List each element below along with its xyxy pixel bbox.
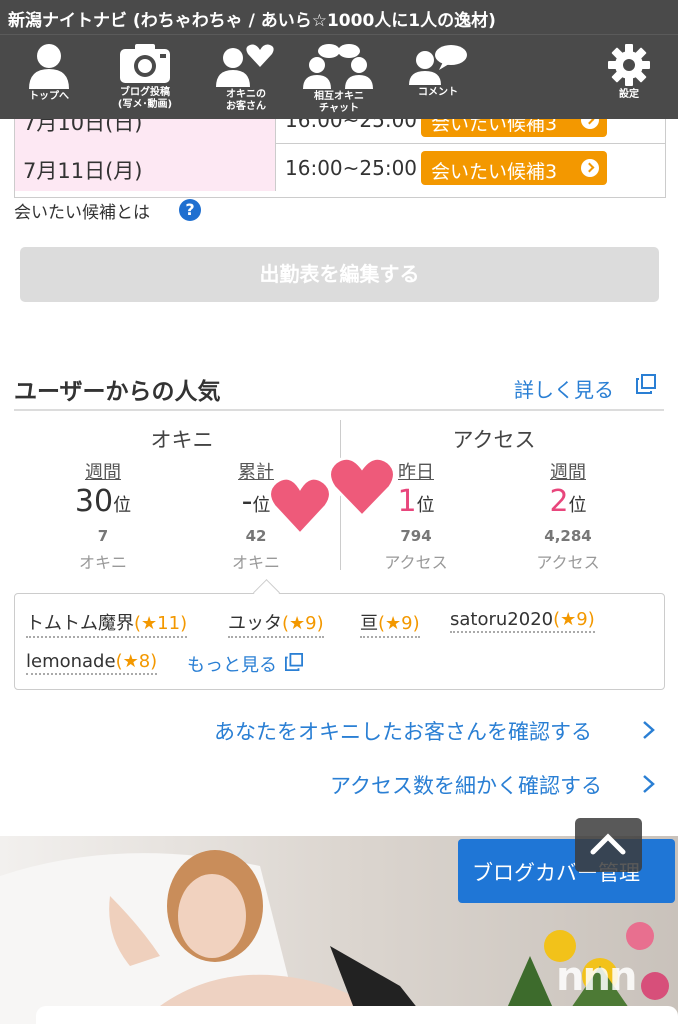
divider: [14, 409, 664, 411]
okini-weekly-rank: 30位: [43, 484, 163, 519]
heart-sticker-icon: [268, 476, 332, 536]
rank-value: 30: [74, 484, 114, 519]
fan-stars: (★8): [115, 651, 158, 672]
nav-mutual-chat-button[interactable]: 相互オキニ チャット: [296, 35, 382, 119]
schedule-time: 16:00~25:00: [285, 156, 418, 180]
page-title: 新潟ナイトナビ (わちゃわちゃ / あいら☆1000人に1人の逸材): [8, 11, 496, 31]
fans-more-link[interactable]: もっと見る: [187, 651, 277, 677]
fan-stars: (★9): [282, 613, 324, 634]
blog-cover-manage-button[interactable]: ブログカバー管理: [458, 839, 675, 903]
fan-item[interactable]: satoru2020(★9): [450, 609, 595, 633]
okini-weekly-count-label: オキニ: [78, 553, 127, 572]
rank-unit: 位: [113, 495, 132, 516]
chat-people-icon: [303, 44, 373, 89]
nav-okini-customers-button[interactable]: オキニの お客さん: [206, 35, 286, 119]
nav-settings-button[interactable]: 設定: [596, 35, 662, 119]
popularity-more-link[interactable]: 詳しく見る: [514, 374, 614, 403]
fan-item[interactable]: 亘(★9): [360, 609, 420, 638]
heart-sticker-icon: [328, 456, 396, 518]
check-okini-customers-link[interactable]: あなたをオキニしたお客さんを確認する: [214, 716, 592, 746]
fan-stars: (★9): [378, 613, 420, 634]
rank-value: 2: [549, 484, 569, 519]
nav-blog-post-label: ブログ投稿 (写メ･動画): [117, 87, 173, 110]
chevron-up-icon: [590, 833, 626, 855]
access-weekly-label[interactable]: 週間: [508, 458, 628, 484]
camera-icon: [120, 44, 170, 83]
fans-list: [14, 593, 665, 690]
popularity-title: ユーザーからの人気: [14, 379, 221, 405]
title-bar: 新潟ナイトナビ (わちゃわちゃ / あいら☆1000人に1人の逸材): [0, 0, 678, 34]
okini-header: オキニ: [150, 428, 214, 452]
fan-name: ユッタ: [228, 613, 282, 634]
fan-name: satoru2020: [450, 609, 554, 630]
fan-item[interactable]: ユッタ(★9): [228, 609, 324, 638]
access-yesterday-count-label: アクセス: [384, 553, 448, 572]
scroll-to-top-button[interactable]: [575, 818, 642, 872]
nav-mutual-chat-label: 相互オキニ チャット: [314, 91, 364, 114]
gear-icon: [608, 44, 650, 86]
schedule-row: 7月11日(月) 16:00~25:00 会いたい候補3: [15, 143, 665, 191]
rank-value: -: [241, 484, 253, 519]
okini-total-count-label: オキニ: [231, 553, 280, 572]
next-card: [36, 1006, 678, 1036]
heart-people-icon: [216, 44, 274, 87]
fan-stars: (★9): [553, 609, 595, 630]
nav-comment-label: コメント: [418, 87, 458, 98]
fan-item[interactable]: トムトム魔界(★11): [26, 609, 188, 638]
fan-stars: (★11): [134, 613, 188, 634]
want-to-meet-button[interactable]: 会いたい候補3: [421, 151, 607, 185]
access-weekly-rank: 2位: [508, 484, 628, 519]
rank-unit: 位: [568, 495, 587, 516]
chevron-right-icon: [643, 721, 655, 739]
external-window-icon[interactable]: [285, 653, 303, 671]
rank-unit: 位: [416, 495, 435, 516]
nav-settings-label: 設定: [619, 89, 639, 100]
watermark-logo: nnn: [556, 954, 637, 1000]
person-icon: [29, 44, 69, 89]
access-yesterday-count: 794: [400, 527, 432, 545]
fan-item[interactable]: lemonade(★8): [26, 651, 158, 675]
comment-icon: [409, 45, 467, 85]
fan-name: lemonade: [26, 651, 116, 672]
edit-schedule-label: 出勤表を編集する: [259, 262, 420, 286]
want-to-meet-help-text[interactable]: 会いたい候補とは: [14, 198, 150, 223]
nav-comment-button[interactable]: コメント: [400, 35, 476, 119]
access-header: アクセス: [452, 428, 536, 452]
fan-name: トムトム魔界: [26, 613, 134, 634]
access-weekly-count-label: アクセス: [536, 553, 600, 572]
want-to-meet-label: 会いたい候補3: [431, 161, 558, 183]
check-access-link[interactable]: アクセス数を細かく確認する: [330, 770, 602, 800]
edit-schedule-button[interactable]: 出勤表を編集する: [20, 247, 659, 302]
nav-okini-customers-label: オキニの お客さん: [226, 89, 266, 112]
okini-weekly-count: 7: [97, 527, 109, 545]
rank-value: 1: [397, 484, 417, 519]
nav-top-label: トップへ: [29, 91, 69, 102]
chevron-right-icon: [643, 775, 655, 793]
help-icon[interactable]: ?: [179, 199, 201, 221]
access-weekly-count: 4,284: [544, 527, 592, 545]
top-nav: トップへ ブログ投稿 (写メ･動画) オキニの お客さん 相互オキニ チャット …: [0, 34, 678, 119]
fan-name: 亘: [360, 613, 378, 634]
schedule-date: 7月11日(月): [23, 159, 143, 183]
nav-top-button[interactable]: トップへ: [12, 35, 86, 119]
external-window-icon[interactable]: [636, 374, 656, 394]
nav-blog-post-button[interactable]: ブログ投稿 (写メ･動画): [104, 35, 186, 119]
schedule-date-cell: 7月11日(月): [15, 143, 276, 191]
okini-weekly-label[interactable]: 週間: [43, 458, 163, 484]
chevron-right-icon: [581, 159, 599, 177]
